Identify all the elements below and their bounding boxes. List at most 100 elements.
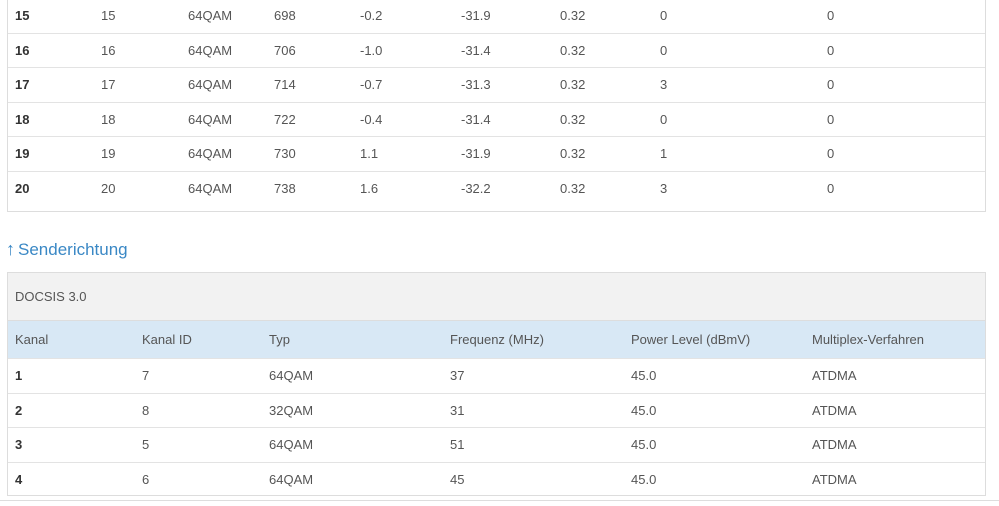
table-cell: 16	[101, 42, 116, 58]
column-header: Kanal ID	[142, 332, 192, 347]
table-cell: 31	[450, 402, 465, 418]
table-cell: 45.0	[631, 368, 657, 383]
table-cell: 706	[274, 42, 296, 58]
table-cell: 730	[274, 146, 296, 161]
table-cell: 0.32	[560, 42, 586, 58]
table-cell: -31.9	[461, 146, 491, 161]
table-cell: 722	[274, 111, 296, 127]
table-cell: 32QAM	[269, 402, 314, 418]
table-cell: 3	[660, 180, 668, 196]
table-cell: 64QAM	[188, 8, 233, 23]
table-row: 3 5 64QAM 51 45.0 ATDMA	[8, 427, 985, 462]
table-cell: -32.2	[461, 180, 491, 196]
table-cell: 3	[660, 77, 668, 92]
table-cell: 1.1	[360, 146, 379, 161]
table-row: 18 18 64QAM 722 -0.4 -31.4 0.32 0 0	[8, 103, 985, 137]
table-cell: 64QAM	[188, 111, 233, 127]
table-row: 19 19 64QAM 730 1.1 -31.9 0.32 1 0	[8, 137, 985, 172]
bottom-divider	[0, 500, 999, 501]
table-cell: 64QAM	[188, 146, 233, 161]
table-cell: ATDMA	[812, 471, 857, 487]
table-cell: 1	[15, 368, 23, 383]
table-cell: 3	[15, 437, 23, 452]
table-cell: 15	[15, 8, 30, 23]
table-cell: 1.6	[360, 180, 379, 196]
table-cell: 51	[450, 437, 465, 452]
table-cell: -31.9	[461, 8, 491, 23]
table-cell: 20	[101, 180, 116, 196]
table-cell: 0	[827, 8, 835, 23]
table-cell: 45.0	[631, 471, 657, 487]
table-cell: 37	[450, 368, 465, 383]
table-cell: ATDMA	[812, 402, 857, 418]
table-cell: 1	[660, 146, 668, 161]
table-row: 15 15 64QAM 698 -0.2 -31.9 0.32 0 0	[8, 0, 985, 34]
table-cell: -0.4	[360, 111, 383, 127]
table-cell: 17	[15, 77, 30, 92]
table-cell: 19	[15, 146, 30, 161]
table-cell: 4	[15, 471, 23, 487]
column-header: Power Level (dBmV)	[631, 332, 751, 347]
table-cell: 18	[101, 111, 116, 127]
column-header: Typ	[269, 332, 290, 347]
table-cell: 64QAM	[269, 471, 314, 487]
table-cell: 714	[274, 77, 296, 92]
table-cell: 0	[660, 111, 668, 127]
table-cell: 0	[827, 111, 835, 127]
table-row: 17 17 64QAM 714 -0.7 -31.3 0.32 3 0	[8, 68, 985, 103]
column-header: Frequenz (MHz)	[450, 332, 544, 347]
table-row: 20 20 64QAM 738 1.6 -32.2 0.32 3 0	[8, 172, 985, 207]
upstream-heading: ↑ Senderichtung	[6, 236, 128, 262]
table-cell: -0.7	[360, 77, 383, 92]
table-cell: -31.4	[461, 111, 491, 127]
table-cell: 45	[450, 471, 465, 487]
upstream-heading-label: Senderichtung	[18, 240, 128, 259]
column-header: Kanal	[15, 332, 49, 347]
table-cell: 64QAM	[188, 180, 233, 196]
table-cell: 20	[15, 180, 30, 196]
table-cell: -1.0	[360, 42, 383, 58]
table-row: 2 8 32QAM 31 45.0 ATDMA	[8, 392, 985, 428]
table-row: 4 6 64QAM 45 45.0 ATDMA	[8, 461, 985, 497]
table-cell: 0	[827, 42, 835, 58]
column-header: Multiplex-Verfahren	[812, 332, 924, 347]
docsis-version-label: DOCSIS 3.0	[8, 273, 985, 321]
table-cell: 0	[827, 180, 835, 196]
table-cell: 45.0	[631, 402, 657, 418]
table-cell: 738	[274, 180, 296, 196]
table-cell: 5	[142, 437, 150, 452]
table-cell: 64QAM	[269, 437, 314, 452]
table-cell: 0	[827, 146, 835, 161]
table-cell: 0	[827, 77, 835, 92]
table-cell: 2	[15, 402, 23, 418]
upstream-table: DOCSIS 3.0 Kanal Kanal ID Typ Frequenz (MHz…	[7, 272, 986, 496]
table-cell: 0.32	[560, 8, 586, 23]
table-cell: 0.32	[560, 146, 586, 161]
table-cell: -31.3	[461, 77, 491, 92]
table-cell: 7	[142, 368, 150, 383]
table-cell: ATDMA	[812, 437, 857, 452]
table-cell: 64QAM	[188, 77, 233, 92]
table-cell: 8	[142, 402, 150, 418]
table-cell: 45.0	[631, 437, 657, 452]
upstream-table-header: Kanal Kanal ID Typ Frequenz (MHz) Power Leve…	[8, 321, 985, 358]
table-cell: 15	[101, 8, 116, 23]
table-cell: 6	[142, 471, 150, 487]
downstream-table: 15 15 64QAM 698 -0.2 -31.9 0.32 0 0 16 16 64QAM 706 -…	[7, 0, 986, 212]
table-cell: -0.2	[360, 8, 383, 23]
table-cell: 0.32	[560, 180, 586, 196]
arrow-up-icon: ↑	[6, 239, 15, 259]
table-cell: -31.4	[461, 42, 491, 58]
table-cell: 0.32	[560, 111, 586, 127]
table-row: 16 16 64QAM 706 -1.0 -31.4 0.32 0 0	[8, 34, 985, 68]
table-cell: 19	[101, 146, 116, 161]
table-cell: 17	[101, 77, 116, 92]
table-cell: 0.32	[560, 77, 586, 92]
table-cell: 0	[660, 42, 668, 58]
table-cell: 64QAM	[269, 368, 314, 383]
table-cell: 16	[15, 42, 30, 58]
table-cell: 18	[15, 111, 30, 127]
table-cell: 64QAM	[188, 42, 233, 58]
table-row: 1 7 64QAM 37 45.0 ATDMA	[8, 358, 985, 393]
table-cell: 0	[660, 8, 668, 23]
